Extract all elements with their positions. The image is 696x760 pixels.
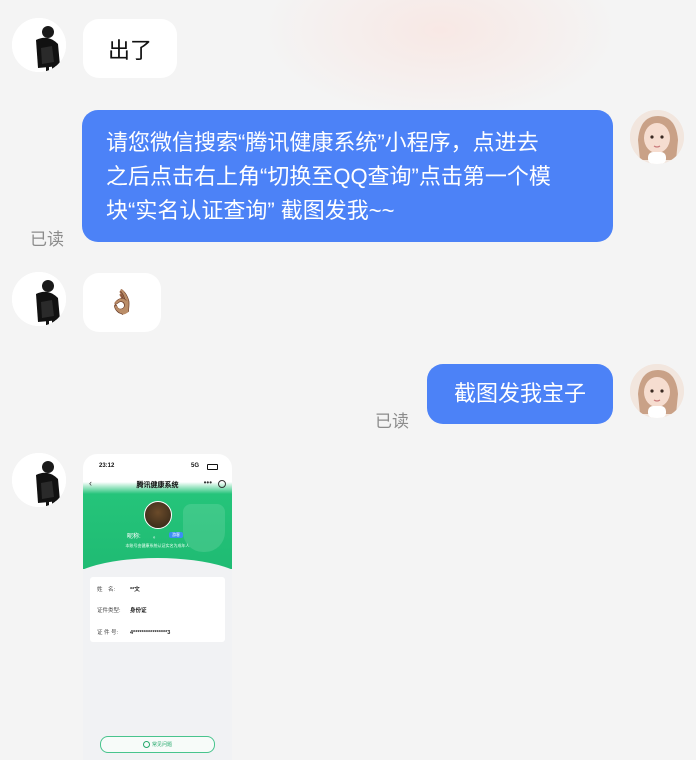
nickname-value: 。 [153,534,160,540]
contact-avatar[interactable] [12,272,66,326]
signal-indicator: 5G [191,463,200,469]
status-time: 23:12 [99,463,115,469]
message-text: 截图发我宝子 [453,381,586,406]
message-bubble-outgoing[interactable]: 截图发我宝子 [427,364,613,424]
my-avatar[interactable] [630,364,684,418]
message-bubble-outgoing[interactable]: 请您微信搜索“腾讯健康系统”小程序，点进去 之后点击右上角“切换至QQ查询”点击… [82,110,613,242]
message-line: 之后点击右上角“切换至QQ查询”点击第一个模 [106,164,551,189]
profile-avatar [144,501,172,529]
faq-label: 常见问题 [151,742,172,748]
identity-tag: 游客 [169,532,183,538]
contact-avatar[interactable] [12,453,66,507]
identity-card: 姓 名: **文 证件类型: 身份证 证 件 号: 4****************… [90,577,225,642]
field-label: 姓 名: [97,587,116,593]
field-value: **文 [130,587,140,593]
my-avatar[interactable] [630,110,684,164]
message-bubble-incoming[interactable]: 👌🏽 [83,273,161,332]
message-bubble-incoming[interactable]: 出了 [83,19,177,78]
field-row: 姓 名: **文 [97,585,140,593]
background-glow [260,0,620,120]
ok-hand-emoji-icon: 👌🏽 [107,289,137,316]
battery-icon [207,464,218,470]
message-line: 请您微信搜索“腾讯健康系统”小程序，点进去 [106,130,539,155]
field-label: 证件类型: [97,608,121,614]
read-status: 已读 [30,230,64,249]
message-text: 出了 [107,37,152,63]
verification-subtitle: 本账号由健康系统认证实名为成年人 [125,543,190,548]
field-row: 证 件 号: 4****************3 [97,628,170,636]
read-status: 已读 [375,412,409,431]
nickname-label: 昵称: [127,534,141,540]
contact-avatar[interactable] [12,18,66,72]
message-line: 块“实名认证查询” 截图发我~~ [106,198,395,223]
field-label: 证 件 号: [97,630,119,636]
faq-button: 常见问题 [100,736,215,753]
image-message[interactable]: 23:12 5G ‹ 腾讯健康系统 ••• 昵称: 。 游客 本账号由健康系统认… [83,454,232,760]
field-value: 身份证 [130,608,147,614]
field-row: 证件类型: 身份证 [97,606,147,614]
close-miniapp-icon [218,480,226,488]
question-circle-icon [142,741,150,748]
more-icon: ••• [203,478,212,487]
field-value: 4****************3 [130,630,171,636]
